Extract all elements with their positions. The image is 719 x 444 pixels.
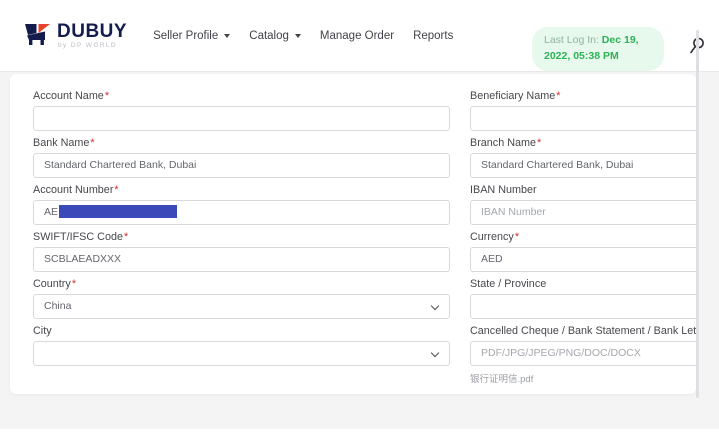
required-asterisk: * (71, 278, 77, 290)
required-asterisk: * (556, 90, 561, 102)
swift-ifsc-code-input[interactable]: SCBLAEADXXX (33, 247, 450, 272)
field-label: Currency* (470, 231, 520, 243)
state-province-input[interactable] (470, 294, 696, 319)
required-asterisk: * (90, 137, 95, 149)
field-label: Account Number* (33, 184, 119, 196)
required-asterisk: * (104, 90, 110, 102)
required-asterisk: * (514, 231, 520, 243)
field-cancelled-cheque-bank-statement-bank-letter: Cancelled Cheque / Bank Statement / Bank… (470, 325, 696, 385)
field-currency: Currency* AED (470, 231, 696, 272)
field-country: Country* China (33, 278, 450, 319)
field-placeholder: PDF/JPG/JPEG/PNG/DOC/DOCX (481, 347, 641, 359)
required-asterisk: * (114, 184, 119, 196)
nav-item-label: Manage Order (319, 29, 395, 42)
required-asterisk: * (124, 231, 129, 243)
field-city: City (33, 325, 450, 366)
field-label: Account Name* (33, 90, 110, 102)
chevron-down-icon (430, 301, 440, 311)
field-account-name: Account Name* (33, 90, 450, 131)
field-label: State / Province (470, 278, 547, 290)
field-label: Country* (33, 278, 77, 290)
account-name-input[interactable] (33, 106, 450, 131)
top-navbar: DUBUY by DP WORLD Seller Profile Catalog M… (0, 0, 719, 71)
required-asterisk: * (537, 137, 542, 149)
cancelled-cheque-bank-statement-bank-letter-input[interactable]: PDF/JPG/JPEG/PNG/DOC/DOCX (470, 341, 696, 366)
nav-item-label: Seller Profile (153, 29, 219, 42)
field-label: Branch Name* (470, 137, 542, 149)
field-state-province: State / Province (470, 278, 696, 319)
logo-tagline: by DP WORLD (58, 41, 117, 49)
field-swift-ifsc-code: SWIFT/IFSC Code* SCBLAEADXXX (33, 231, 450, 272)
dubuy-logo[interactable]: DUBUY by DP WORLD (24, 22, 127, 50)
main-nav: Seller Profile Catalog Manage Order Reports (153, 30, 453, 42)
nav-item-label: Reports (413, 29, 454, 42)
form-column-right: Beneficiary Name* Branch Name* Standard Ch… (470, 90, 696, 391)
beneficiary-name-input[interactable] (470, 106, 696, 131)
field-beneficiary-name: Beneficiary Name* (470, 90, 696, 131)
city-select[interactable] (33, 341, 450, 366)
nav-item-manage-order[interactable]: Manage Order (320, 30, 394, 42)
field-value: China (44, 300, 72, 312)
field-label: Cancelled Cheque / Bank Statement / Bank… (470, 325, 696, 337)
dubuy-cart-icon (25, 23, 50, 45)
account-number-input[interactable]: AE (33, 200, 450, 225)
nav-item-catalog[interactable]: Catalog (249, 30, 301, 42)
field-value: AED (481, 253, 503, 265)
form-column-left: Account Name* Bank Name* Standard Chartere… (33, 90, 450, 391)
field-placeholder: IBAN Number (481, 206, 546, 218)
iban-number-input[interactable]: IBAN Number (470, 200, 696, 225)
field-value: SCBLAEADXXX (44, 253, 122, 265)
field-bank-name: Bank Name* Standard Chartered Bank, Dubai (33, 137, 450, 178)
branch-name-input[interactable]: Standard Chartered Bank, Dubai (470, 153, 696, 178)
field-label: SWIFT/IFSC Code* (33, 231, 129, 243)
field-iban-number: IBAN Number IBAN Number (470, 184, 696, 225)
scrollbar-thumb[interactable] (696, 30, 699, 398)
nav-item-label: Catalog (249, 29, 289, 42)
field-value: Standard Chartered Bank, Dubai (481, 159, 634, 171)
last-login-badge: Last Log In: Dec 19, 2022, 05:38 PM (532, 27, 664, 71)
field-value: Standard Chartered Bank, Dubai (44, 159, 197, 171)
uploaded-file-link[interactable]: 银行证明信.pdf (470, 371, 696, 385)
redacted-value-block (59, 204, 178, 218)
form-grid: Account Name* Bank Name* Standard Chartere… (33, 90, 696, 391)
field-label: Bank Name* (33, 137, 95, 149)
last-login-label: Last Log In: (544, 34, 602, 46)
field-label: City (33, 325, 52, 337)
field-label: Beneficiary Name* (470, 90, 561, 102)
chevron-down-icon (294, 34, 301, 38)
nav-item-reports[interactable]: Reports (413, 30, 453, 42)
chevron-down-icon (224, 34, 231, 38)
bank-details-card: Account Name* Bank Name* Standard Chartere… (10, 74, 696, 394)
bank-name-input[interactable]: Standard Chartered Bank, Dubai (33, 153, 450, 178)
field-account-number: Account Number* AE (33, 184, 450, 225)
country-select[interactable]: China (33, 294, 450, 319)
account-number-prefix: AE (44, 206, 59, 218)
field-branch-name: Branch Name* Standard Chartered Bank, Dub… (470, 137, 696, 178)
chevron-down-icon (430, 348, 440, 358)
logo-name: DUBUY (57, 20, 128, 42)
nav-item-seller-profile[interactable]: Seller Profile (153, 29, 231, 42)
currency-input[interactable]: AED (470, 247, 696, 272)
field-label: IBAN Number (470, 184, 537, 196)
